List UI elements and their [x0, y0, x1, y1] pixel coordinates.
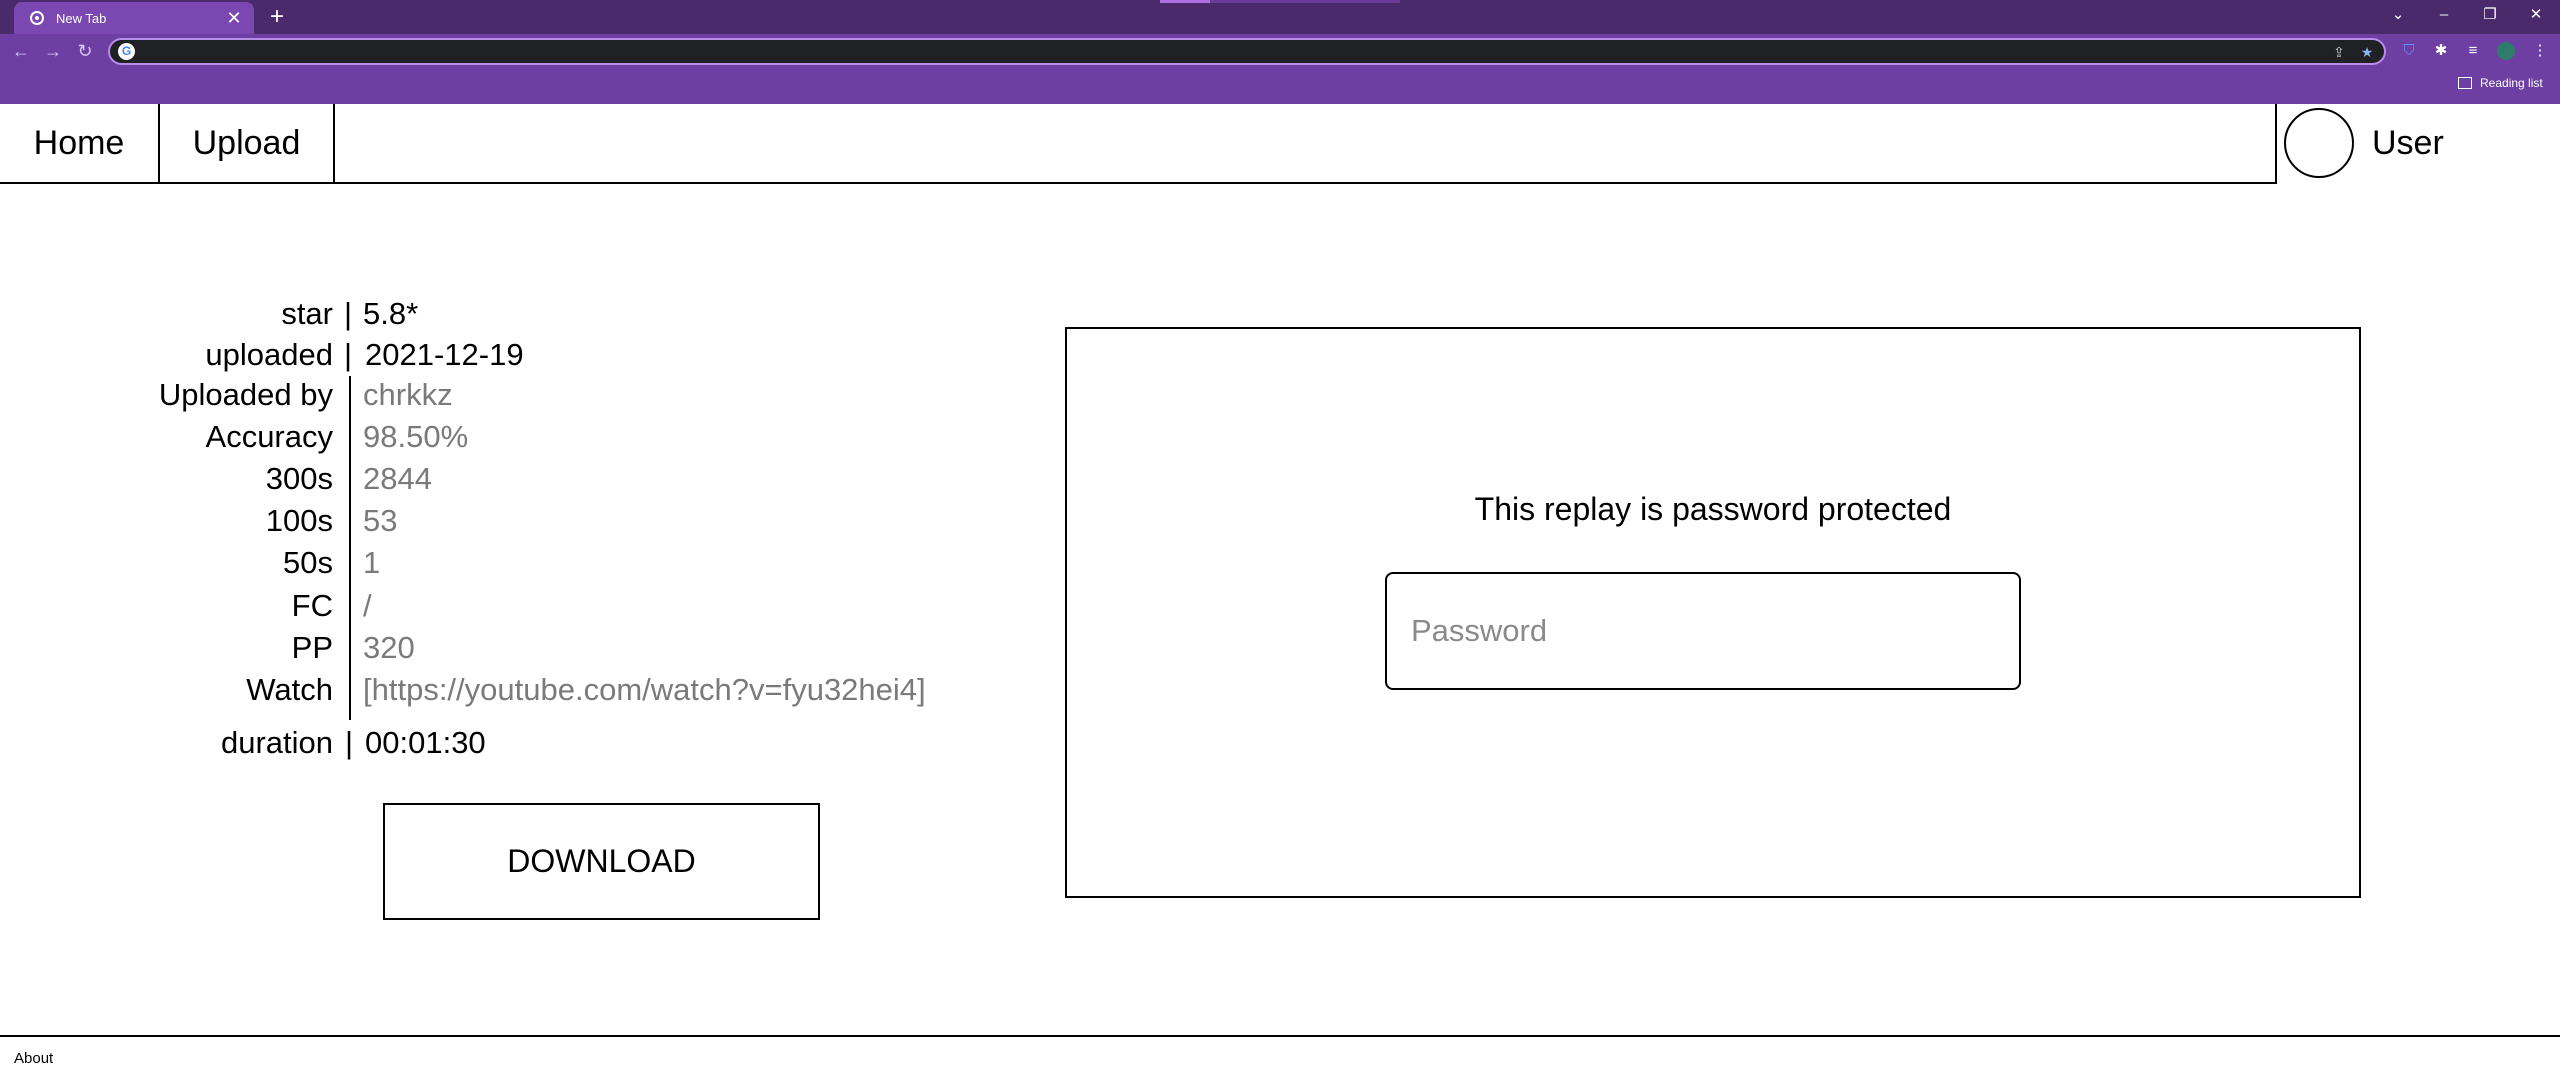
duration-label: duration	[220, 725, 333, 760]
separator: |	[344, 337, 353, 372]
uploaded-value: 2021-12-19	[365, 337, 524, 372]
chrome-favicon-icon	[30, 11, 44, 25]
close-window-button[interactable]: ✕	[2518, 2, 2554, 28]
fc-value: /	[363, 588, 372, 623]
nav-home-link[interactable]: Home	[0, 104, 160, 182]
google-icon: G	[118, 43, 135, 60]
info-row-watch: Watch [https://youtube.com/watch?v=fyu32…	[0, 670, 1000, 710]
extensions-puzzle-icon[interactable]: ✱	[2430, 40, 2452, 62]
share-icon[interactable]: ⇪	[2330, 43, 2348, 61]
count-50-label: 50s	[283, 545, 333, 580]
tabstrip-accent-highlight	[1160, 0, 1210, 3]
user-menu[interactable]: User	[2275, 104, 2560, 184]
tab-title: New Tab	[56, 10, 107, 26]
info-row-accuracy: Accuracy 98.50%	[0, 417, 1000, 457]
separator: |	[345, 725, 354, 760]
star-label: star	[281, 296, 333, 331]
info-row-pp: PP 320	[0, 628, 1000, 668]
info-row-duration: duration | 00:01:30	[0, 723, 1000, 763]
bookmark-star-icon[interactable]: ★	[2358, 43, 2376, 61]
count-50-value: 1	[363, 545, 381, 580]
reading-list-label: Reading list	[2480, 76, 2543, 90]
nav-tabs: Home Upload	[0, 104, 2276, 184]
count-100-value: 53	[363, 503, 398, 538]
tab-search-icon[interactable]: ⌄	[2380, 2, 2416, 28]
site-navbar: Home Upload User	[0, 104, 2560, 184]
info-row-uploaded: uploaded | 2021-12-19	[0, 335, 1000, 375]
info-divider	[349, 376, 351, 720]
uploaded-by-label: Uploaded by	[158, 377, 333, 412]
info-row-uploaded-by: Uploaded by chrkkz	[0, 375, 1000, 415]
password-panel: This replay is password protected	[1065, 327, 2361, 898]
password-message: This replay is password protected	[1474, 491, 1952, 527]
browser-tab-active[interactable]: New Tab ✕	[14, 2, 254, 34]
footer-about-link[interactable]: About	[14, 1049, 53, 1069]
pp-label: PP	[291, 630, 333, 665]
download-button[interactable]: DOWNLOAD	[383, 803, 820, 920]
info-row-100s: 100s 53	[0, 501, 1000, 541]
user-avatar[interactable]	[2284, 108, 2354, 178]
accuracy-value: 98.50%	[363, 419, 469, 454]
media-queue-icon[interactable]: ≡	[2462, 40, 2484, 62]
reading-list-button[interactable]: Reading list	[2458, 74, 2543, 92]
reading-list-icon	[2458, 77, 2472, 89]
count-300-label: 300s	[265, 461, 333, 496]
uploaded-by-value: chrkkz	[363, 377, 453, 412]
footer-divider	[0, 1035, 2560, 1037]
menu-kebab-icon[interactable]: ⋮	[2529, 40, 2551, 62]
star-value: 5.8*	[363, 296, 419, 331]
browser-tabstrip: New Tab ✕ + ⌄ – ❐ ✕	[0, 0, 2560, 34]
minimize-button[interactable]: –	[2426, 2, 2462, 28]
watch-label: Watch	[246, 672, 333, 707]
count-300-value: 2844	[363, 461, 432, 496]
separator: |	[344, 296, 353, 331]
forward-icon[interactable]: →	[42, 40, 64, 62]
fc-label: FC	[291, 588, 333, 623]
uploaded-label: uploaded	[205, 337, 333, 372]
profile-avatar-icon[interactable]	[2497, 42, 2515, 60]
accuracy-label: Accuracy	[205, 419, 333, 454]
duration-value: 00:01:30	[365, 725, 486, 760]
info-row-star: star | 5.8*	[0, 294, 1000, 334]
info-row-fc: FC /	[0, 586, 1000, 626]
nav-upload-link[interactable]: Upload	[160, 104, 335, 182]
restore-button[interactable]: ❐	[2472, 2, 2508, 28]
new-tab-button[interactable]: +	[266, 5, 288, 29]
pp-value: 320	[363, 630, 415, 665]
user-name[interactable]: User	[2372, 104, 2444, 182]
password-input[interactable]	[1385, 572, 2021, 690]
count-100-label: 100s	[265, 503, 333, 538]
watch-link[interactable]: [https://youtube.com/watch?v=fyu32hei4]	[363, 670, 926, 710]
info-row-50s: 50s 1	[0, 543, 1000, 583]
back-icon[interactable]: ←	[10, 40, 32, 62]
reload-icon[interactable]: ↻	[74, 40, 96, 62]
address-bar[interactable]: G ⇪ ★	[108, 38, 2386, 65]
info-row-300s: 300s 2844	[0, 459, 1000, 499]
tab-close-icon[interactable]: ✕	[224, 8, 244, 28]
bitwarden-shield-icon[interactable]: ⛉	[2398, 40, 2420, 62]
